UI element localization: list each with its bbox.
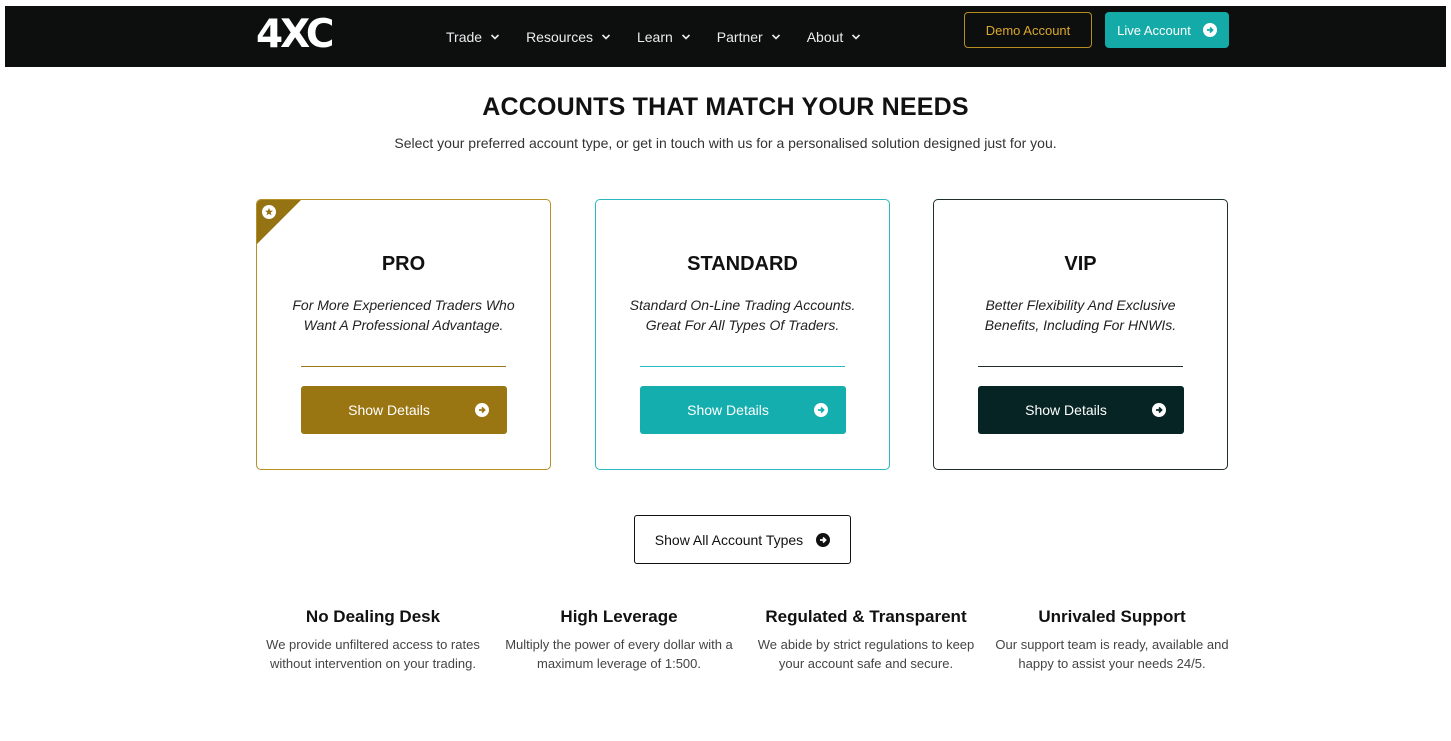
- chevron-down-icon: [681, 33, 690, 40]
- top-navigation-bar: 4XC Trade Resources Learn Partner About …: [5, 6, 1446, 67]
- show-all-account-types-button[interactable]: Show All Account Types: [634, 515, 851, 564]
- demo-account-button[interactable]: Demo Account: [964, 12, 1092, 48]
- feature-title: High Leverage: [560, 607, 678, 626]
- feature-title: Regulated & Transparent: [765, 607, 967, 626]
- feature-text: We provide unfiltered access to rates wi…: [266, 637, 480, 671]
- live-account-button[interactable]: Live Account: [1105, 12, 1229, 48]
- feature-unrivaled-support: Unrivaled Support Our support team is re…: [992, 607, 1232, 673]
- card-title: STANDARD: [687, 253, 798, 275]
- arrow-right-circle-icon: [1202, 23, 1217, 37]
- chevron-down-icon: [771, 33, 780, 40]
- card-description: Standard On-Line Trading Accounts. Great…: [629, 297, 856, 333]
- page-title: ACCOUNTS THAT MATCH YOUR NEEDS: [482, 93, 969, 121]
- arrow-right-circle-icon: [1152, 403, 1166, 417]
- card-title: PRO: [381, 253, 426, 275]
- site-logo[interactable]: 4XC: [256, 11, 346, 57]
- card-title: VIP: [1064, 253, 1097, 275]
- star-icon: [262, 205, 276, 219]
- show-details-button-standard[interactable]: Show Details: [640, 386, 846, 434]
- nav-item-label: Trade: [446, 28, 483, 45]
- feature-regulated-transparent: Regulated & Transparent We abide by stri…: [746, 607, 986, 673]
- show-details-label: Show Details: [1025, 402, 1107, 418]
- account-card-pro: PRO For More Experienced Traders Who Wan…: [256, 199, 551, 470]
- chevron-down-icon: [852, 33, 861, 40]
- feature-title: Unrivaled Support: [1038, 607, 1186, 626]
- show-details-label: Show Details: [348, 402, 430, 418]
- nav-item-trade[interactable]: Trade: [446, 29, 500, 45]
- page-subtitle: Select your preferred account type, or g…: [394, 135, 1057, 151]
- nav-item-label: Learn: [636, 28, 673, 45]
- live-account-label: Live Account: [1117, 22, 1191, 38]
- nav-item-learn[interactable]: Learn: [637, 29, 691, 45]
- show-all-label: Show All Account Types: [654, 531, 804, 548]
- feature-text: Our support team is ready, available and…: [995, 637, 1229, 671]
- logo-text: 4XC: [256, 11, 334, 57]
- arrow-right-circle-icon: [475, 403, 489, 417]
- show-details-label: Show Details: [687, 402, 769, 418]
- arrow-right-circle-icon: [814, 403, 828, 417]
- card-description: For More Experienced Traders Who Want A …: [292, 297, 515, 333]
- nav-item-label: Partner: [716, 28, 763, 45]
- show-details-button-vip[interactable]: Show Details: [978, 386, 1184, 434]
- card-divider: [640, 366, 845, 367]
- nav-item-label: Resources: [526, 28, 593, 45]
- account-card-standard: STANDARD Standard On-Line Trading Accoun…: [595, 199, 890, 470]
- card-divider: [301, 366, 506, 367]
- nav-item-partner[interactable]: Partner: [717, 29, 781, 45]
- feature-title: No Dealing Desk: [305, 607, 441, 626]
- show-details-button-pro[interactable]: Show Details: [301, 386, 507, 434]
- chevron-down-icon: [601, 33, 611, 40]
- demo-account-label: Demo Account: [985, 22, 1071, 38]
- feature-no-dealing-desk: No Dealing Desk We provide unfiltered ac…: [253, 607, 493, 673]
- feature-high-leverage: High Leverage Multiply the power of ever…: [499, 607, 739, 673]
- feature-text: We abide by strict regulations to keep y…: [757, 637, 975, 671]
- card-description: Better Flexibility And Exclusive Benefit…: [984, 297, 1177, 333]
- account-card-vip: VIP Better Flexibility And Exclusive Ben…: [933, 199, 1228, 470]
- nav-item-about[interactable]: About: [807, 29, 862, 45]
- arrow-right-circle-icon: [816, 532, 831, 547]
- nav-item-resources[interactable]: Resources: [526, 29, 611, 45]
- chevron-down-icon: [490, 33, 500, 40]
- card-divider: [978, 366, 1183, 367]
- feature-text: Multiply the power of every dollar with …: [505, 637, 733, 671]
- nav-item-label: About: [806, 28, 844, 45]
- main-nav: Trade Resources Learn Partner About: [446, 6, 887, 67]
